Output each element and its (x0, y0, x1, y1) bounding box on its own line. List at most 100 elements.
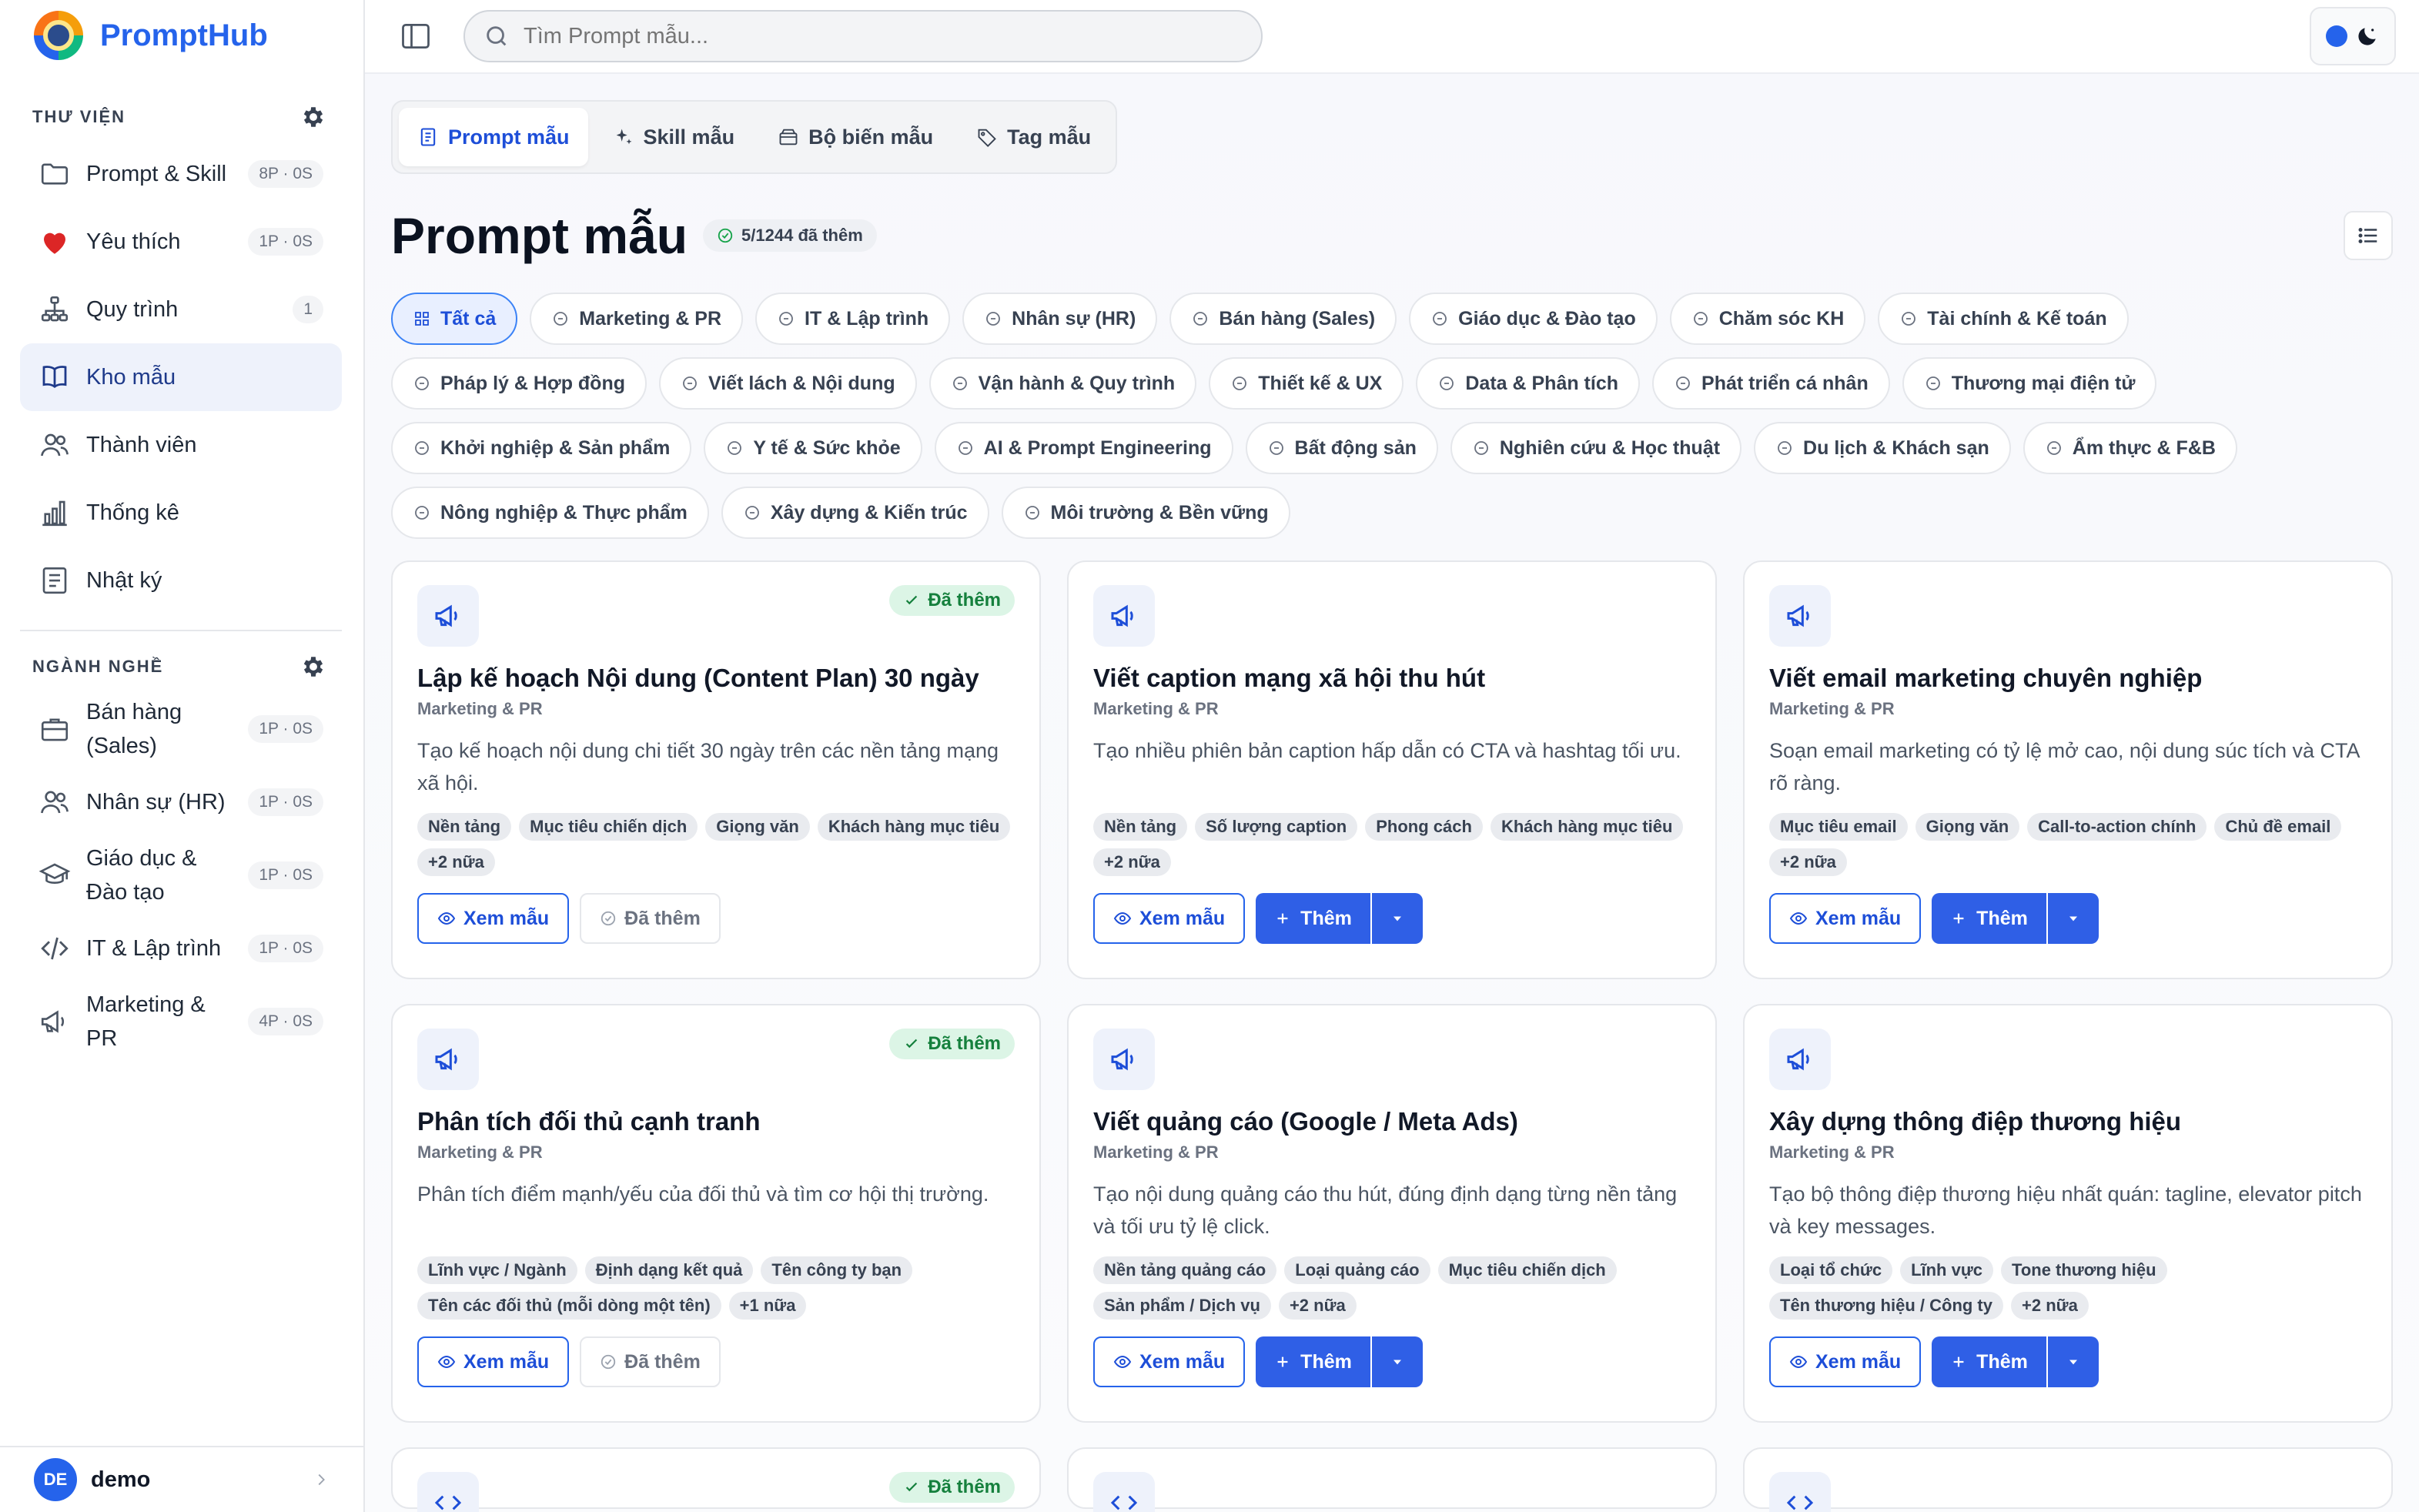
sidebar-item-members[interactable]: Thành viên (20, 411, 342, 479)
template-card[interactable] (1067, 1447, 1717, 1512)
category-chip-label: Du lịch & Khách sạn (1803, 437, 1989, 459)
view-template-button[interactable]: Xem mẫu (417, 1336, 570, 1387)
category-icon (1778, 441, 1792, 455)
added-status-badge: Đã thêm (889, 585, 1015, 616)
category-chip[interactable]: Môi trường & Bền vững (1001, 487, 1290, 539)
sidebar-item-label: Kho mẫu (86, 365, 176, 390)
search-input[interactable] (524, 23, 1243, 49)
category-chip[interactable]: Bán hàng (Sales) (1169, 293, 1397, 345)
template-card[interactable]: Viết email marketing chuyên nghiệp Market… (1743, 560, 2393, 979)
template-card[interactable]: Viết quảng cáo (Google / Meta Ads) Market… (1067, 1004, 1717, 1423)
add-template-button[interactable]: Thêm (1932, 1336, 2046, 1387)
sidebar-item-marketing[interactable]: Marketing & PR 4P · 0S (20, 982, 342, 1061)
sidebar-item-sales[interactable]: Bán hàng (Sales) 1P · 0S (20, 690, 342, 768)
category-chip[interactable]: IT & Lập trình (755, 293, 951, 345)
user-name: demo (91, 1467, 151, 1492)
category-chip-label: Nhân sự (HR) (1012, 307, 1136, 329)
template-card[interactable]: Đã thêm Lập kế hoạch Nội dung (Content Pl… (391, 560, 1041, 979)
add-template-button[interactable]: Thêm (1256, 893, 1370, 944)
briefcase-icon (41, 718, 69, 741)
category-chip[interactable]: Phát triển cá nhân (1652, 357, 1890, 410)
add-options-dropdown[interactable] (2047, 893, 2099, 944)
category-chip[interactable]: Tất cả (391, 293, 518, 345)
brand[interactable]: PromptHub (0, 0, 363, 71)
variable-tag: Call-to-action chính (2027, 813, 2207, 841)
add-options-dropdown[interactable] (1371, 893, 1423, 944)
category-chip[interactable]: Nghiên cứu & Học thuật (1450, 422, 1742, 474)
added-status-badge: Đã thêm (889, 1029, 1015, 1059)
user-account[interactable]: DE demo (0, 1446, 363, 1512)
template-card[interactable]: Viết caption mạng xã hội thu hút Marketin… (1067, 560, 1717, 979)
add-template-button[interactable]: Thêm (1932, 893, 2046, 944)
sidebar-item-workflow[interactable]: Quy trình 1 (20, 276, 342, 343)
category-chip[interactable]: Y tế & Sức khỏe (704, 422, 922, 474)
category-icon (958, 441, 972, 455)
sidebar-item-templates[interactable]: Kho mẫu (20, 343, 342, 411)
category-chip[interactable]: Tài chính & Kế toán (1878, 293, 2129, 345)
theme-toggle-button[interactable] (2310, 7, 2396, 65)
page-title: Prompt mẫu (391, 207, 688, 264)
category-chip[interactable]: Marketing & PR (530, 293, 744, 345)
tab-variable-templates[interactable]: Bộ biến mẫu (759, 108, 952, 166)
category-chip[interactable]: Thiết kế & UX (1209, 357, 1404, 410)
users-icon (41, 791, 69, 814)
template-card[interactable]: Đã thêm (391, 1447, 1041, 1512)
template-card[interactable] (1743, 1447, 2393, 1512)
category-chip[interactable]: Vận hành & Quy trình (928, 357, 1197, 410)
category-chip[interactable]: Giáo dục & Đào tạo (1409, 293, 1658, 345)
category-chip[interactable]: Thương mại điện tử (1902, 357, 2157, 410)
library-settings-gear-icon[interactable] (300, 104, 326, 130)
variable-tag: +2 nữa (417, 848, 495, 876)
category-chip[interactable]: Xây dựng & Kiến trúc (721, 487, 989, 539)
template-card[interactable]: Đã thêm Phân tích đối thủ cạnh tranh Marke… (391, 1004, 1041, 1423)
view-template-button[interactable]: Xem mẫu (1093, 893, 1246, 944)
view-template-button[interactable]: Xem mẫu (417, 893, 570, 944)
toggle-sidebar-icon[interactable] (399, 19, 433, 53)
sidebar-item-prompt-skill[interactable]: Prompt & Skill 8P · 0S (20, 140, 342, 208)
tab-prompt-templates[interactable]: Prompt mẫu (399, 108, 588, 166)
plus-icon (1953, 913, 1964, 924)
eye-icon (437, 1355, 456, 1369)
sidebar-item-it[interactable]: IT & Lập trình 1P · 0S (20, 915, 342, 982)
category-chip[interactable]: Chăm sóc KH (1669, 293, 1866, 345)
list-view-button[interactable] (2344, 211, 2393, 260)
code-icon (1110, 1495, 1138, 1510)
sidebar-item-favorites[interactable]: Yêu thích 1P · 0S (20, 208, 342, 276)
category-chip[interactable]: Nhân sự (HR) (962, 293, 1158, 345)
category-chip[interactable]: Khởi nghiệp & Sản phẩm (391, 422, 692, 474)
add-template-button[interactable]: Thêm (1256, 1336, 1370, 1387)
tab-tag-templates[interactable]: Tag mẫu (958, 108, 1109, 166)
add-options-dropdown[interactable] (2047, 1336, 2099, 1387)
view-template-button[interactable]: Xem mẫu (1769, 1336, 1922, 1387)
variable-tag: Sản phẩm / Dịch vụ (1093, 1292, 1271, 1320)
view-template-button[interactable]: Xem mẫu (1093, 1336, 1246, 1387)
variable-tag: Khách hàng mục tiêu (817, 813, 1011, 841)
card-icon (1769, 585, 1831, 647)
log-icon (42, 567, 67, 594)
variable-tags: Lĩnh vực / Ngành Định dạng kết quả Tên côn… (417, 1256, 1015, 1326)
search-box[interactable] (463, 10, 1263, 62)
heart-icon (44, 232, 65, 254)
sidebar-item-education[interactable]: Giáo dục & Đào tạo 1P · 0S (20, 836, 342, 915)
category-chip[interactable]: Du lịch & Khách sạn (1754, 422, 2011, 474)
category-chip[interactable]: Data & Phân tích (1416, 357, 1641, 410)
view-template-button[interactable]: Xem mẫu (1769, 893, 1922, 944)
sidebar-item-label: Nhân sự (HR) (86, 790, 226, 815)
industry-settings-gear-icon[interactable] (300, 654, 326, 680)
variable-tag: Mục tiêu chiến dịch (519, 813, 698, 841)
category-chip-label: IT & Lập trình (805, 307, 929, 329)
category-chip[interactable]: AI & Prompt Engineering (934, 422, 1233, 474)
category-chip[interactable]: Ẩm thực & F&B (2023, 422, 2237, 474)
category-chip[interactable]: Viết lách & Nội dung (659, 357, 917, 410)
category-chip[interactable]: Pháp lý & Hợp đồng (391, 357, 647, 410)
tab-skill-templates[interactable]: Skill mẫu (594, 108, 754, 166)
variable-tag: Nền tảng quảng cáo (1093, 1256, 1277, 1284)
sidebar-item-stats[interactable]: Thống kê (20, 479, 342, 547)
template-card[interactable]: Xây dựng thông điệp thương hiệu Marketing… (1743, 1004, 2393, 1423)
sidebar-item-hr[interactable]: Nhân sự (HR) 1P · 0S (20, 768, 342, 836)
sidebar-item-log[interactable]: Nhật ký (20, 547, 342, 614)
item-count-badge: 1P · 0S (248, 788, 323, 816)
category-chip[interactable]: Nông nghiệp & Thực phẩm (391, 487, 709, 539)
category-chip[interactable]: Bất động sản (1245, 422, 1438, 474)
add-options-dropdown[interactable] (1371, 1336, 1423, 1387)
